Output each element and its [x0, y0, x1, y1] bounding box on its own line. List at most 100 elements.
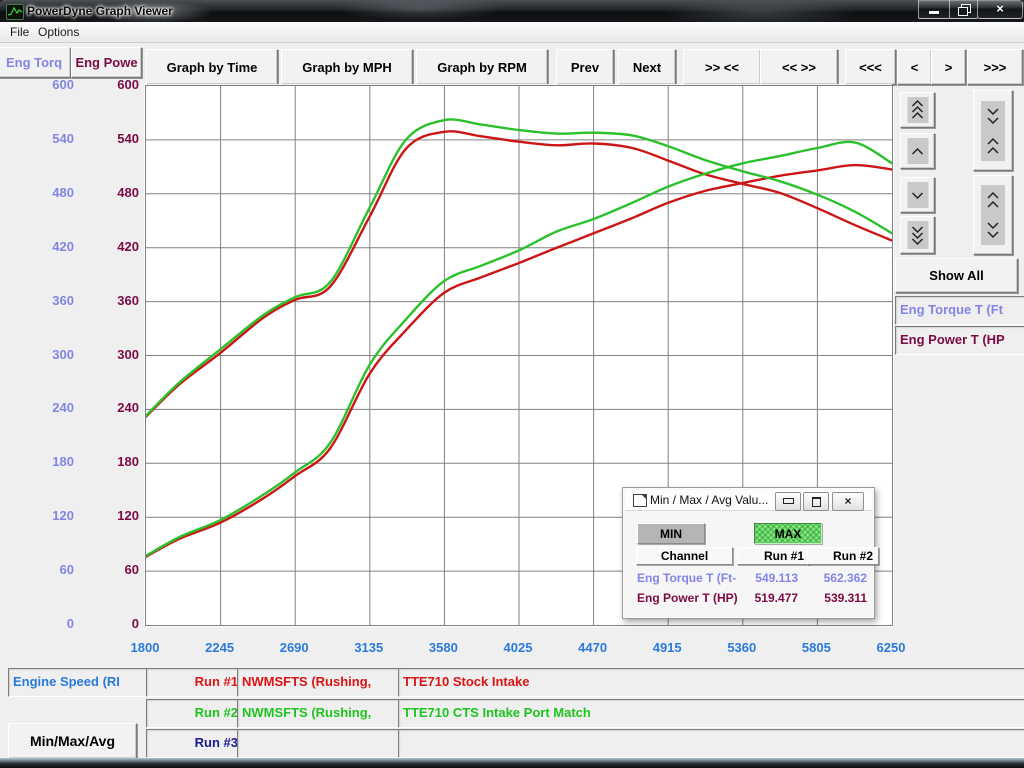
torque-tick-label: 240 — [0, 400, 74, 415]
run2-name-field[interactable]: NWMSFTS (Rushing, — [237, 699, 399, 728]
max-toggle-button[interactable]: MAX — [754, 523, 822, 544]
run1-label-cell[interactable]: Run #1 — [146, 668, 245, 697]
power-tick-label: 480 — [0, 185, 139, 200]
torque-tick-label: 0 — [0, 616, 74, 631]
run3-label-cell[interactable]: Run #3 — [146, 729, 245, 758]
minimize-icon — [929, 11, 939, 14]
minmax-minimize-button[interactable] — [775, 492, 801, 511]
app-icon — [6, 4, 24, 20]
rpm-tick-label: 5805 — [786, 640, 846, 655]
scale-down-button[interactable] — [900, 177, 935, 213]
rpm-tick-label: 4470 — [563, 640, 623, 655]
minimize-icon — [783, 498, 794, 504]
scroll-right-button[interactable]: > — [931, 49, 966, 85]
title-bar[interactable]: PowerDyne Graph Viewer × — [0, 0, 1024, 22]
restore-button[interactable] — [949, 0, 978, 19]
torque-axis-ticks: 060120180240300360420480540600 — [0, 0, 74, 768]
minmax-row-channel: Eng Torque T (Ft- — [637, 571, 736, 585]
rpm-tick-label: 6250 — [861, 640, 921, 655]
expand-y-range-button[interactable] — [973, 175, 1013, 255]
minmax-row-run1-value: 549.113 — [737, 571, 798, 585]
minmax-close-button[interactable]: × — [832, 492, 864, 511]
scroll-left-fast-button[interactable]: <<< — [845, 49, 896, 85]
run1-name-field[interactable]: NWMSFTS (Rushing, — [237, 668, 399, 697]
scale-down-fast-button[interactable] — [900, 216, 935, 254]
scroll-left-button[interactable]: < — [897, 49, 932, 85]
window-bottom-frame — [0, 758, 1024, 768]
run3-name-field[interactable] — [237, 729, 399, 758]
x-axis-channel-field[interactable]: Engine Speed (RI — [8, 668, 147, 697]
channel-column-header[interactable]: Channel — [636, 547, 733, 565]
torque-channel-label[interactable]: Eng Torque T (Ft — [895, 296, 1024, 325]
torque-tick-label: 300 — [0, 347, 74, 362]
next-button[interactable]: Next — [618, 49, 676, 85]
menu-file[interactable]: File — [4, 22, 35, 42]
eng-power-channel-button[interactable]: Eng Powe — [71, 47, 142, 78]
power-axis-ticks: 060120180240300360420480540600 — [0, 0, 139, 768]
scale-up-fast-button[interactable] — [900, 92, 935, 128]
window-title: PowerDyne Graph Viewer — [27, 4, 173, 18]
close-button[interactable]: × — [977, 0, 1023, 19]
scale-up-button[interactable] — [900, 133, 935, 169]
eng-torque-channel-button[interactable]: Eng Torq — [0, 47, 71, 78]
chevron-up-triple-icon — [907, 97, 928, 123]
restore-icon — [961, 4, 971, 13]
run2-description-field[interactable]: TTE710 CTS Intake Port Match — [398, 699, 1024, 728]
power-tick-label: 540 — [0, 131, 139, 146]
torque-tick-label: 120 — [0, 508, 74, 523]
scroll-right-fast-button[interactable]: >>> — [967, 49, 1023, 85]
run2-label-cell[interactable]: Run #2 — [146, 699, 245, 728]
rpm-tick-label: 4025 — [488, 640, 548, 655]
power-tick-label: 600 — [0, 77, 139, 92]
graph-by-time-button[interactable]: Graph by Time — [146, 49, 278, 85]
min-toggle-button[interactable]: MIN — [637, 523, 705, 544]
rpm-tick-label: 2245 — [190, 640, 250, 655]
rpm-tick-label: 5360 — [712, 640, 772, 655]
minimize-button[interactable] — [918, 0, 950, 19]
collapse-y-range-button[interactable] — [973, 90, 1013, 171]
close-icon: × — [833, 493, 863, 509]
power-tick-label: 240 — [0, 400, 139, 415]
rpm-tick-label: 1800 — [115, 640, 175, 655]
rpm-tick-label: 3580 — [413, 640, 473, 655]
power-channel-label[interactable]: Eng Power T (HP — [895, 326, 1024, 355]
zoom-out-x-button[interactable]: << >> — [760, 49, 838, 85]
run1-column-header[interactable]: Run #1 — [737, 547, 810, 565]
show-all-button[interactable]: Show All — [895, 258, 1018, 293]
power-tick-label: 180 — [0, 454, 139, 469]
power-tick-label: 0 — [0, 616, 139, 631]
torque-tick-label: 60 — [0, 562, 74, 577]
torque-tick-label: 180 — [0, 454, 74, 469]
minmax-window[interactable]: Min / Max / Avg Valu... × MIN MAX Channe… — [622, 487, 875, 619]
chevron-down-triple-icon — [907, 221, 928, 249]
collapse-range-icon — [981, 101, 1005, 161]
torque-tick-label: 360 — [0, 293, 74, 308]
maximize-icon — [812, 497, 821, 507]
minmaxavg-button[interactable]: Min/Max/Avg — [8, 723, 137, 759]
graph-by-mph-button[interactable]: Graph by MPH — [281, 49, 413, 85]
minmax-row-run2-value: 539.311 — [807, 591, 867, 605]
chevron-up-icon — [907, 138, 928, 164]
minmax-title-bar[interactable]: Min / Max / Avg Valu... × — [625, 490, 872, 511]
rpm-tick-label: 4915 — [637, 640, 697, 655]
power-tick-label: 120 — [0, 508, 139, 523]
minmax-row-run1-value: 519.477 — [737, 591, 798, 605]
zoom-in-x-button[interactable]: >> << — [683, 49, 761, 85]
menu-options[interactable]: Options — [32, 22, 85, 42]
torque-tick-label: 480 — [0, 185, 74, 200]
run2-column-header[interactable]: Run #2 — [807, 547, 879, 565]
run1-description-field[interactable]: TTE710 Stock Intake — [398, 668, 1024, 697]
minmax-window-icon — [633, 494, 647, 507]
power-tick-label: 300 — [0, 347, 139, 362]
rpm-axis-ticks: 1800224526903135358040254470491553605805… — [0, 640, 1024, 658]
prev-button[interactable]: Prev — [556, 49, 614, 85]
minmax-row-channel: Eng Power T (HP) — [637, 591, 738, 605]
minmax-maximize-button[interactable] — [803, 492, 829, 511]
power-tick-label: 60 — [0, 562, 139, 577]
torque-tick-label: 540 — [0, 131, 74, 146]
power-tick-label: 360 — [0, 293, 139, 308]
close-icon: × — [978, 0, 1022, 17]
minmax-row-run2-value: 562.362 — [807, 571, 867, 585]
run3-description-field[interactable] — [398, 729, 1024, 758]
graph-by-rpm-button[interactable]: Graph by RPM — [416, 49, 548, 85]
